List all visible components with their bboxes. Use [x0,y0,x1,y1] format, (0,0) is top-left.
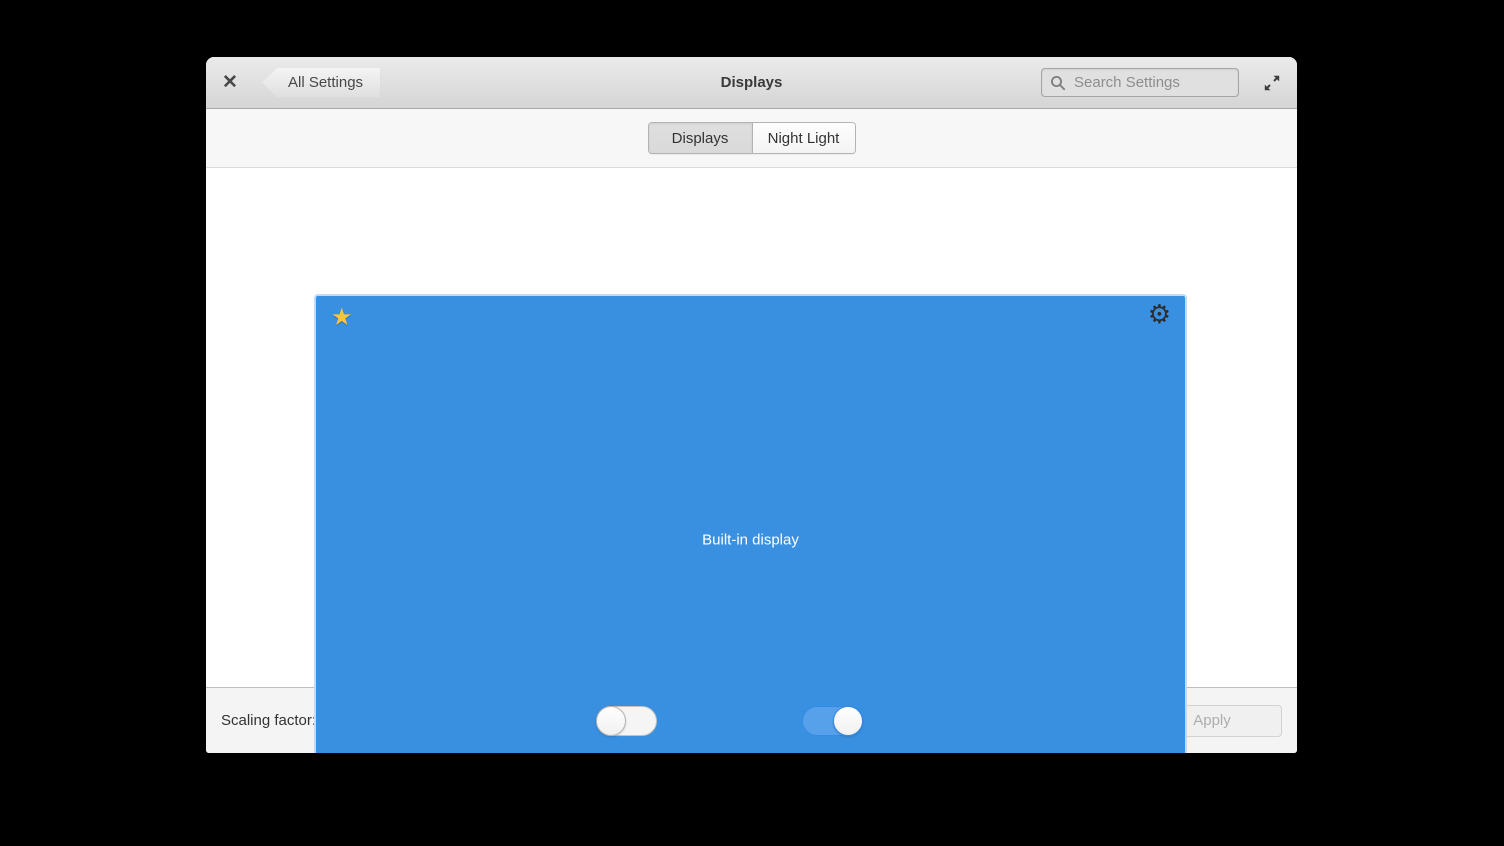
search-input[interactable] [1074,74,1230,91]
tab-bar: Displays Night Light [206,109,1297,168]
close-button[interactable]: ✕ [222,73,248,92]
rotation-lock-toggle[interactable] [802,706,863,736]
scaling-factor-label: Scaling factor: [221,712,316,729]
display-preview-built-in[interactable]: ★ ⚙ Built-in display [316,296,1185,753]
titlebar: ✕ All Settings Displays [206,57,1297,109]
display-name-label: Built-in display [316,531,1185,548]
primary-display-star-icon[interactable]: ★ [331,301,353,335]
display-settings-gear-icon[interactable]: ⚙ [1148,299,1171,333]
search-input-container[interactable] [1041,68,1239,97]
tab-night-light[interactable]: Night Light [752,123,855,153]
search-icon [1050,75,1066,91]
settings-window: ✕ All Settings Displays Displays Night L… [206,57,1297,753]
toggle-knob [833,706,863,736]
tab-displays[interactable]: Displays [649,123,752,153]
mirror-display-toggle[interactable] [596,706,657,736]
back-to-all-settings-button[interactable]: All Settings [262,68,380,97]
view-switcher: Displays Night Light [648,122,856,154]
toggle-knob [596,706,626,736]
fullscreen-expand-icon[interactable] [1263,74,1281,92]
display-arrangement-area: ★ ⚙ Built-in display [206,168,1297,687]
